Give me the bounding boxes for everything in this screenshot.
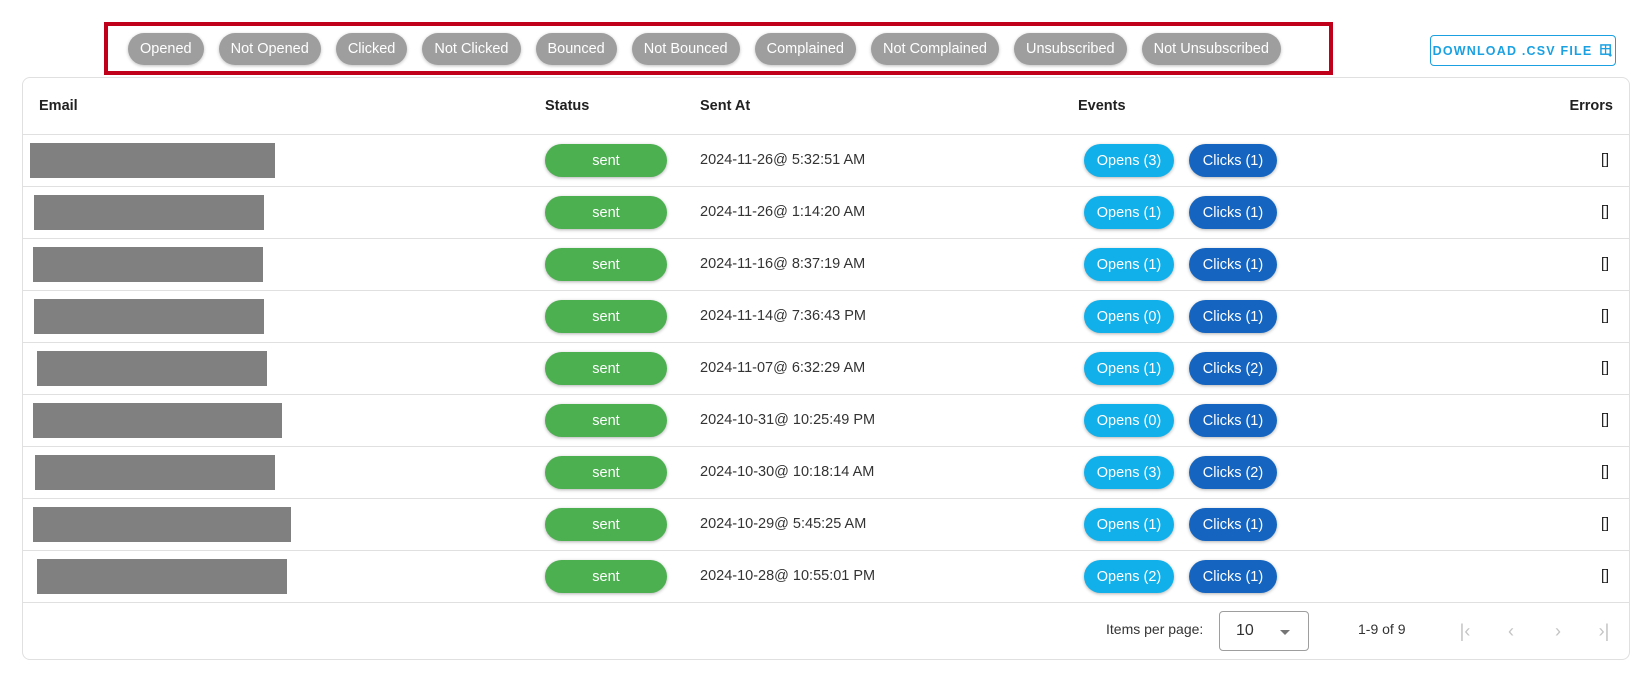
first-page-button[interactable]: |‹ xyxy=(1451,617,1479,645)
errors-value: [] xyxy=(1600,152,1609,168)
filter-clicked[interactable]: Clicked xyxy=(335,32,408,65)
column-header-events[interactable]: Events xyxy=(1078,98,1126,114)
clicks-button[interactable]: Clicks (2) xyxy=(1189,352,1277,385)
clicks-button[interactable]: Clicks (1) xyxy=(1189,508,1277,541)
sent-at: 2024-11-26@ 1:14:20 AM xyxy=(700,204,866,220)
items-per-page-select[interactable]: 10 xyxy=(1219,611,1309,651)
next-page-button[interactable]: › xyxy=(1544,617,1572,645)
opens-button[interactable]: Opens (1) xyxy=(1084,352,1174,385)
sent-at: 2024-10-31@ 10:25:49 PM xyxy=(700,412,876,428)
table-header: Email Status Sent At Events Errors xyxy=(23,78,1629,135)
redacted-email xyxy=(30,143,275,178)
redacted-email xyxy=(35,455,275,490)
filter-not-complained[interactable]: Not Complained xyxy=(870,32,999,65)
column-header-errors[interactable]: Errors xyxy=(1569,98,1613,114)
table-row: sent 2024-10-29@ 5:45:25 AM Opens (1) Cl… xyxy=(23,499,1629,551)
filter-bounced[interactable]: Bounced xyxy=(535,32,617,65)
clicks-button[interactable]: Clicks (1) xyxy=(1189,248,1277,281)
clicks-button[interactable]: Clicks (1) xyxy=(1189,196,1277,229)
table-row: sent 2024-11-16@ 8:37:19 AM Opens (1) Cl… xyxy=(23,239,1629,291)
status-badge: sent xyxy=(545,456,667,489)
column-header-status[interactable]: Status xyxy=(545,98,589,114)
clicks-button[interactable]: Clicks (2) xyxy=(1189,456,1277,489)
errors-value: [] xyxy=(1600,464,1609,480)
page-range-label: 1-9 of 9 xyxy=(1358,621,1406,637)
chevron-right-icon: › xyxy=(1555,620,1561,641)
column-header-email[interactable]: Email xyxy=(39,98,78,114)
items-per-page-value: 10 xyxy=(1236,622,1254,639)
filter-not-unsubscribed[interactable]: Not Unsubscribed xyxy=(1141,32,1281,65)
opens-button[interactable]: Opens (3) xyxy=(1084,456,1174,489)
paginator: Items per page: 10 1-9 of 9 |‹ ‹ › ›| xyxy=(23,603,1629,659)
sent-at: 2024-11-16@ 8:37:19 AM xyxy=(700,256,866,272)
email-events-table: Email Status Sent At Events Errors sent … xyxy=(22,77,1630,660)
opens-button[interactable]: Opens (2) xyxy=(1084,560,1174,593)
errors-value: [] xyxy=(1600,568,1609,584)
previous-page-button[interactable]: ‹ xyxy=(1497,617,1525,645)
errors-value: [] xyxy=(1600,360,1609,376)
redacted-email xyxy=(33,403,282,438)
redacted-email xyxy=(37,351,267,386)
table-row: sent 2024-10-28@ 10:55:01 PM Opens (2) C… xyxy=(23,551,1629,603)
download-csv-button[interactable]: DOWNLOAD .CSV FILE xyxy=(1430,35,1616,66)
chevron-left-icon: ‹ xyxy=(1508,620,1514,641)
sent-at: 2024-11-26@ 5:32:51 AM xyxy=(700,152,866,168)
errors-value: [] xyxy=(1600,204,1609,220)
table-row: sent 2024-11-26@ 1:14:20 AM Opens (1) Cl… xyxy=(23,187,1629,239)
opens-button[interactable]: Opens (1) xyxy=(1084,248,1174,281)
sent-at: 2024-11-14@ 7:36:43 PM xyxy=(700,308,866,324)
column-header-sent-at[interactable]: Sent At xyxy=(700,98,750,114)
errors-value: [] xyxy=(1600,412,1609,428)
status-badge: sent xyxy=(545,300,667,333)
sent-at: 2024-10-30@ 10:18:14 AM xyxy=(700,464,875,480)
filter-unsubscribed[interactable]: Unsubscribed xyxy=(1013,32,1127,65)
status-badge: sent xyxy=(545,196,667,229)
errors-value: [] xyxy=(1600,516,1609,532)
status-badge: sent xyxy=(545,352,667,385)
opens-button[interactable]: Opens (0) xyxy=(1084,300,1174,333)
errors-value: [] xyxy=(1600,308,1609,324)
status-badge: sent xyxy=(545,248,667,281)
last-page-icon: ›| xyxy=(1598,620,1610,641)
filter-bar: Opened Not Opened Clicked Not Clicked Bo… xyxy=(104,22,1333,75)
first-page-icon: |‹ xyxy=(1459,620,1471,641)
table-row: sent 2024-11-14@ 7:36:43 PM Opens (0) Cl… xyxy=(23,291,1629,343)
opens-button[interactable]: Opens (1) xyxy=(1084,508,1174,541)
opens-button[interactable]: Opens (0) xyxy=(1084,404,1174,437)
table-row: sent 2024-10-30@ 10:18:14 AM Opens (3) C… xyxy=(23,447,1629,499)
clicks-button[interactable]: Clicks (1) xyxy=(1189,144,1277,177)
filter-not-bounced[interactable]: Not Bounced xyxy=(631,32,740,65)
redacted-email xyxy=(33,507,291,542)
filter-not-clicked[interactable]: Not Clicked xyxy=(422,32,521,65)
status-badge: sent xyxy=(545,508,667,541)
table-row: sent 2024-11-26@ 5:32:51 AM Opens (3) Cl… xyxy=(23,135,1629,187)
table-row: sent 2024-10-31@ 10:25:49 PM Opens (0) C… xyxy=(23,395,1629,447)
redacted-email xyxy=(37,559,287,594)
redacted-email xyxy=(34,299,264,334)
status-badge: sent xyxy=(545,144,667,177)
sent-at: 2024-11-07@ 6:32:29 AM xyxy=(700,360,866,376)
filter-opened[interactable]: Opened xyxy=(128,32,204,65)
redacted-email xyxy=(33,247,263,282)
filter-complained[interactable]: Complained xyxy=(754,32,856,65)
table-row: sent 2024-11-07@ 6:32:29 AM Opens (1) Cl… xyxy=(23,343,1629,395)
dropdown-caret-icon xyxy=(1280,630,1290,635)
items-per-page-label: Items per page: xyxy=(1106,621,1204,637)
opens-button[interactable]: Opens (3) xyxy=(1084,144,1174,177)
clicks-button[interactable]: Clicks (1) xyxy=(1189,560,1277,593)
sent-at: 2024-10-29@ 5:45:25 AM xyxy=(700,516,867,532)
download-csv-label: DOWNLOAD .CSV FILE xyxy=(1432,43,1593,58)
opens-button[interactable]: Opens (1) xyxy=(1084,196,1174,229)
status-badge: sent xyxy=(545,560,667,593)
last-page-button[interactable]: ›| xyxy=(1590,617,1618,645)
sent-at: 2024-10-28@ 10:55:01 PM xyxy=(700,568,876,584)
redacted-email xyxy=(34,195,264,230)
clicks-button[interactable]: Clicks (1) xyxy=(1189,300,1277,333)
clicks-button[interactable]: Clicks (1) xyxy=(1189,404,1277,437)
filter-not-opened[interactable]: Not Opened xyxy=(218,32,321,65)
status-badge: sent xyxy=(545,404,667,437)
table-download-icon xyxy=(1600,44,1613,57)
errors-value: [] xyxy=(1600,256,1609,272)
